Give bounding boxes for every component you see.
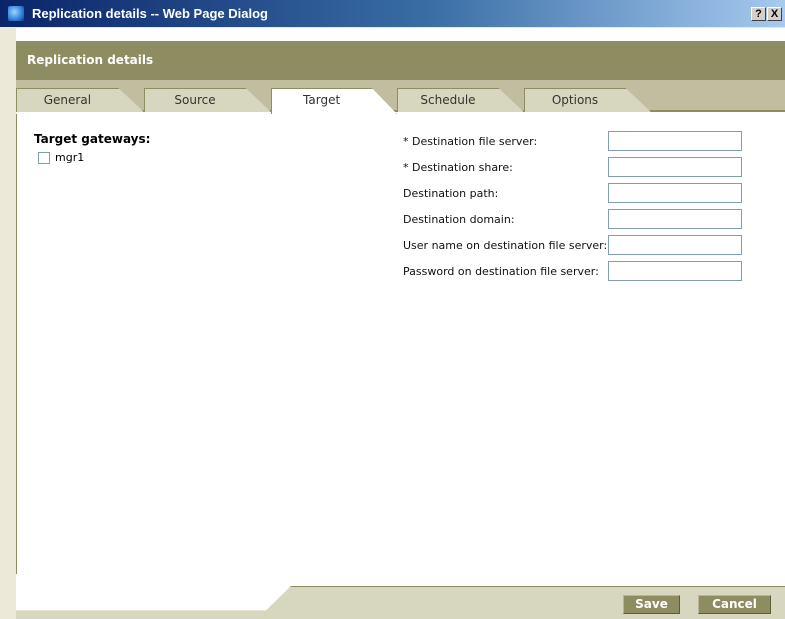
field-label: Password on destination file server: (403, 265, 599, 278)
target-gateways-heading: Target gateways: (34, 132, 151, 146)
tab-strip: General Source Target Schedule Options (16, 80, 785, 114)
dialog-frame: Replication details General Source Targe… (16, 28, 785, 619)
page-title: Replication details (16, 41, 785, 80)
tab-label: Options (551, 93, 599, 107)
ie-icon (8, 6, 24, 21)
field-label: Destination path: (403, 187, 499, 200)
gateway-checkbox[interactable] (38, 152, 50, 164)
destination-path-input[interactable] (608, 183, 742, 203)
field-label: * Destination file server: (403, 135, 538, 148)
tab-label: Target (303, 93, 341, 107)
tab-options[interactable]: Options (524, 88, 651, 112)
destination-username-input[interactable] (608, 235, 742, 255)
field-label: Destination domain: (403, 213, 515, 226)
title-bar: Replication details -- Web Page Dialog ?… (0, 0, 785, 27)
gateway-label: mgr1 (55, 151, 85, 164)
field-label: User name on destination file server: (403, 239, 608, 252)
close-button[interactable]: X (767, 7, 782, 21)
tab-source[interactable]: Source (144, 88, 271, 112)
save-button[interactable]: Save (623, 595, 680, 614)
tab-general[interactable]: General (16, 88, 144, 112)
destination-file-server-input[interactable] (608, 131, 742, 151)
field-label: * Destination share: (403, 161, 513, 174)
destination-domain-input[interactable] (608, 209, 742, 229)
cancel-button[interactable]: Cancel (698, 595, 771, 614)
destination-password-input[interactable] (608, 261, 742, 281)
window-title: Replication details -- Web Page Dialog (32, 6, 268, 21)
tab-schedule[interactable]: Schedule (397, 88, 524, 112)
destination-share-input[interactable] (608, 157, 742, 177)
tab-label: General (43, 93, 92, 107)
help-button[interactable]: ? (751, 7, 766, 21)
target-panel: Target gateways: mgr1 * Destination file… (16, 114, 785, 574)
dialog-footer: Save Cancel (16, 574, 785, 619)
tab-label: Source (174, 93, 216, 107)
tab-label: Schedule (420, 93, 476, 107)
tab-target[interactable]: Target (271, 88, 397, 114)
